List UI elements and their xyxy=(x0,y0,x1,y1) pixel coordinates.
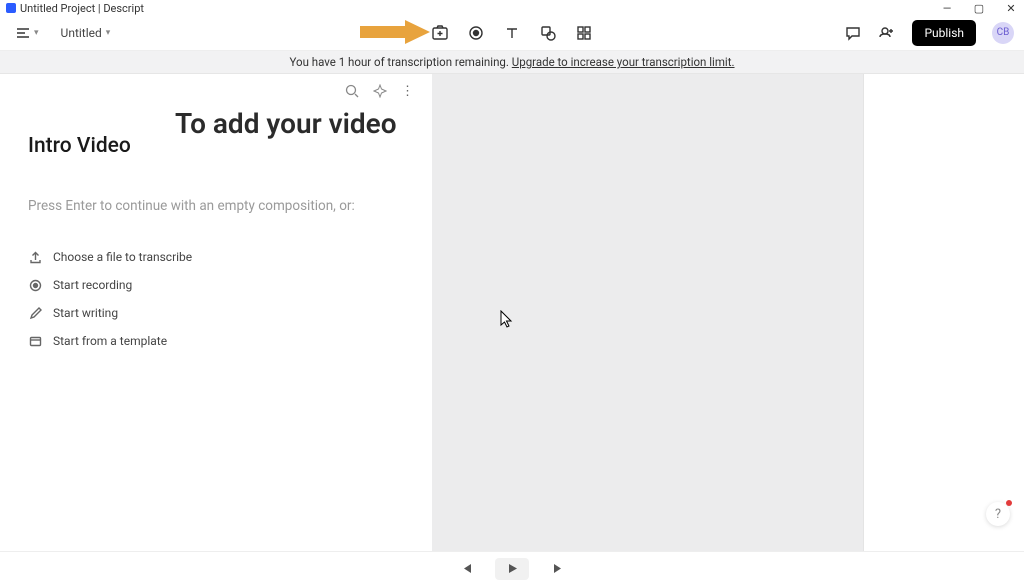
video-canvas[interactable] xyxy=(432,74,864,551)
comments-button[interactable] xyxy=(844,24,862,42)
project-dropdown[interactable]: Untitled ▾ xyxy=(55,22,117,44)
menu-icon xyxy=(16,27,30,39)
app-icon xyxy=(6,3,16,13)
close-button[interactable]: ✕ xyxy=(1004,2,1018,15)
window-title: Untitled Project | Descript xyxy=(20,2,144,15)
help-button[interactable]: ? xyxy=(986,502,1010,526)
toolbar: ▾ Untitled ▾ Publish xyxy=(0,16,1024,50)
skip-back-button[interactable] xyxy=(455,558,477,580)
option-record[interactable]: Start recording xyxy=(28,278,408,292)
shapes-tool-button[interactable] xyxy=(539,24,557,42)
option-label: Start from a template xyxy=(53,334,167,348)
callout-arrow xyxy=(360,20,430,44)
cursor-icon xyxy=(500,310,514,328)
hamburger-menu[interactable]: ▾ xyxy=(10,23,45,43)
upload-icon xyxy=(28,250,42,264)
overlay-heading: To add your video xyxy=(175,107,397,140)
search-icon[interactable] xyxy=(345,84,359,102)
sparkle-icon[interactable] xyxy=(373,84,387,102)
main-area: ⋮ To add your video Intro Video Press En… xyxy=(0,74,1024,551)
share-button[interactable] xyxy=(878,24,896,42)
template-icon xyxy=(28,334,42,348)
add-media-button[interactable] xyxy=(431,24,449,42)
project-name: Untitled xyxy=(61,26,102,40)
skip-forward-button[interactable] xyxy=(547,558,569,580)
layout-tool-button[interactable] xyxy=(575,24,593,42)
record-button[interactable] xyxy=(467,24,485,42)
maximize-button[interactable]: ▢ xyxy=(972,2,986,15)
text-tool-button[interactable] xyxy=(503,24,521,42)
option-label: Start writing xyxy=(53,306,118,320)
option-label: Choose a file to transcribe xyxy=(53,250,192,264)
record-icon xyxy=(28,278,42,292)
option-upload[interactable]: Choose a file to transcribe xyxy=(28,250,408,264)
window-controls: — ▢ ✕ xyxy=(940,0,1018,16)
panel-tools: ⋮ xyxy=(345,84,414,102)
banner-text: You have 1 hour of transcription remaini… xyxy=(289,55,511,69)
option-pencil[interactable]: Start writing xyxy=(28,306,408,320)
pencil-icon xyxy=(28,306,42,320)
play-button[interactable] xyxy=(495,558,529,580)
publish-button[interactable]: Publish xyxy=(912,20,976,46)
upgrade-link[interactable]: Upgrade to increase your transcription l… xyxy=(512,55,735,69)
option-template[interactable]: Start from a template xyxy=(28,334,408,348)
playback-bar xyxy=(0,551,1024,585)
script-panel: ⋮ To add your video Intro Video Press En… xyxy=(0,74,432,551)
option-label: Start recording xyxy=(53,278,132,292)
titlebar: Untitled Project | Descript — ▢ ✕ xyxy=(0,0,1024,16)
chevron-down-icon: ▾ xyxy=(34,28,39,38)
start-options: Choose a file to transcribe Start recordi… xyxy=(28,250,408,348)
avatar[interactable]: CB xyxy=(992,22,1014,44)
minimize-button[interactable]: — xyxy=(940,2,954,15)
more-icon[interactable]: ⋮ xyxy=(401,84,414,102)
composition-hint: Press Enter to continue with an empty co… xyxy=(28,198,408,214)
transcription-banner: You have 1 hour of transcription remaini… xyxy=(0,50,1024,74)
right-gutter xyxy=(864,74,1024,551)
chevron-down-icon: ▾ xyxy=(106,28,111,38)
